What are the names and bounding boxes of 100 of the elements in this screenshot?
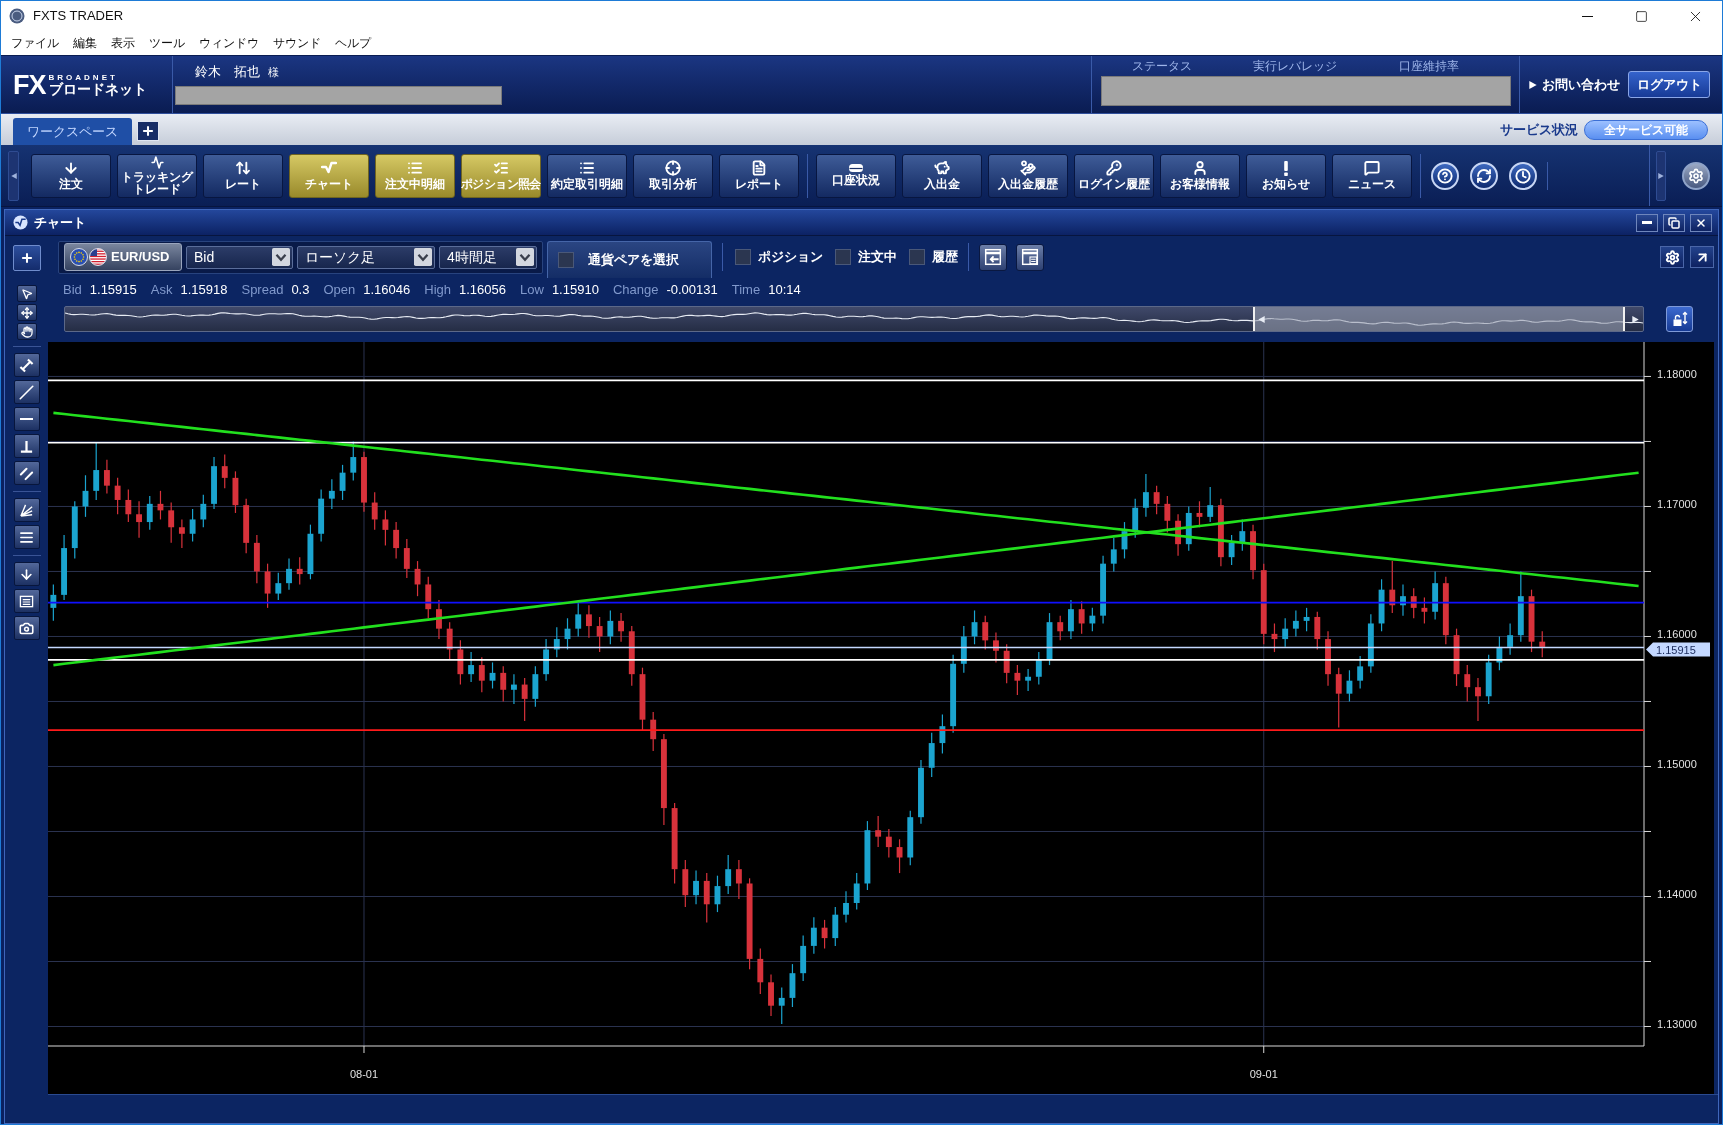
drawing-tool-button[interactable] <box>13 525 40 549</box>
dropdown[interactable]: 4時間足 <box>439 245 537 269</box>
restore-button[interactable] <box>1663 213 1685 232</box>
drawing-tool-button[interactable] <box>13 498 40 522</box>
quote-label: Spread <box>241 281 284 300</box>
menu-item[interactable]: ウィンドウ <box>192 34 266 52</box>
toolbar-button[interactable]: 取引分析 <box>633 153 713 198</box>
candle <box>168 501 175 544</box>
checkbox[interactable] <box>909 249 925 265</box>
select-tool-button[interactable] <box>16 285 37 302</box>
toolbar-button[interactable]: 入出金 <box>902 153 982 198</box>
refresh-button[interactable] <box>1470 161 1498 190</box>
clock-button[interactable] <box>1509 161 1537 190</box>
candle <box>1325 630 1331 687</box>
account-label: ステータス <box>1131 59 1192 73</box>
refresh-icon <box>1476 167 1492 184</box>
candle <box>714 875 721 913</box>
help-button[interactable] <box>1431 161 1459 190</box>
checkbox-label: 注文中 <box>858 248 897 267</box>
settings-button[interactable] <box>1682 161 1710 190</box>
drawing-tool-button[interactable] <box>13 380 40 404</box>
menu-item[interactable]: ファイル <box>4 34 66 52</box>
currency-pair-button[interactable]: EUR/USD <box>64 243 182 271</box>
toolbar-button[interactable]: レポート <box>719 153 799 198</box>
drawing-tool-button[interactable] <box>13 562 40 586</box>
add-tab-button[interactable] <box>137 121 159 141</box>
service-status-badge: 全サービス可能 <box>1584 119 1708 140</box>
candle <box>264 563 271 609</box>
candle <box>532 665 539 708</box>
chart-settings-button[interactable] <box>1660 246 1684 268</box>
toolbar-button[interactable]: レート <box>203 153 283 198</box>
honorific: 様 <box>268 65 279 80</box>
quote-value: 0.3 <box>291 281 310 300</box>
candle <box>1378 578 1385 632</box>
drawing-tool-button[interactable] <box>13 353 40 377</box>
menu-item[interactable]: 表示 <box>104 34 142 52</box>
dropdown[interactable]: Bid <box>186 245 293 269</box>
checkbox[interactable] <box>558 252 574 268</box>
candle <box>1475 677 1481 722</box>
lock-scale-button[interactable] <box>1666 306 1693 332</box>
measure-icon <box>19 357 34 373</box>
dropdown[interactable]: ローソク足 <box>297 245 435 269</box>
candle <box>1142 473 1149 518</box>
perpendicular-icon <box>19 438 34 454</box>
minimize-button[interactable] <box>1636 213 1658 232</box>
toolbar-button[interactable]: 入出金履歴 <box>988 153 1068 198</box>
scroll-right-button[interactable] <box>1656 150 1666 201</box>
overview-navigator[interactable] <box>64 306 1644 332</box>
candle <box>1410 587 1417 619</box>
toolbar-button[interactable]: トラッキングトレード <box>117 153 197 198</box>
inquiry-link[interactable]: お問い合わせ <box>1529 74 1620 95</box>
drawing-tool-button[interactable] <box>13 616 40 640</box>
toolbar-button[interactable]: ニュース <box>1332 153 1412 198</box>
checkbox[interactable] <box>835 249 851 265</box>
drawing-tool-button[interactable] <box>13 434 40 458</box>
pop-out-button[interactable] <box>1690 246 1714 268</box>
chart-swap-button[interactable] <box>979 243 1007 271</box>
range-handle[interactable] <box>1253 307 1625 331</box>
add-button[interactable] <box>12 245 41 271</box>
toolbar-button[interactable]: 口座状況 <box>816 153 896 198</box>
toolbar-button[interactable]: 注文 <box>31 153 111 198</box>
left-triangle-icon <box>1258 315 1265 323</box>
chart-list-button[interactable] <box>1016 243 1044 271</box>
logout-button[interactable]: ログアウト <box>1628 71 1710 98</box>
drawing-tool-button[interactable] <box>13 407 40 431</box>
triangle-icon <box>1658 172 1664 179</box>
candle <box>703 872 710 924</box>
candle <box>157 490 164 521</box>
toolbar-button[interactable]: お客様情報 <box>1160 153 1240 198</box>
minimize-icon <box>1581 15 1593 17</box>
toolbar-button[interactable]: 約定取引明細 <box>547 153 627 198</box>
tab[interactable]: ワークスペース <box>13 118 132 145</box>
candle <box>296 556 303 586</box>
camera-icon <box>19 620 34 636</box>
candle <box>821 919 828 950</box>
menu-item[interactable]: サウンド <box>266 34 328 52</box>
toolbar-button[interactable]: ログイン履歴 <box>1074 153 1154 198</box>
candle <box>350 440 357 482</box>
candle <box>500 665 507 703</box>
menu-item[interactable]: ツール <box>142 34 192 52</box>
checkbox[interactable] <box>735 249 751 265</box>
move-tool-button[interactable] <box>16 304 37 321</box>
candle <box>1014 664 1021 696</box>
coins-icon <box>1020 160 1036 176</box>
quote-label: High <box>424 281 452 300</box>
candle <box>1367 613 1374 674</box>
candle <box>1292 609 1299 638</box>
candle <box>1400 583 1406 617</box>
currency-pair-picker[interactable]: 通貨ペアを選択 <box>547 241 712 278</box>
close-button[interactable] <box>1690 213 1712 232</box>
candle <box>607 609 614 645</box>
document-icon <box>751 160 767 176</box>
drawing-tool-button[interactable] <box>13 461 40 485</box>
scroll-left-button[interactable] <box>8 150 19 201</box>
toolbar-button[interactable]: お知らせ <box>1246 153 1326 198</box>
pan-tool-button[interactable] <box>16 323 37 340</box>
drawing-tool-button[interactable] <box>13 589 40 613</box>
quote-label: Open <box>323 281 356 300</box>
menu-item[interactable]: 編集 <box>66 34 104 52</box>
menu-item[interactable]: ヘルプ <box>328 34 378 52</box>
